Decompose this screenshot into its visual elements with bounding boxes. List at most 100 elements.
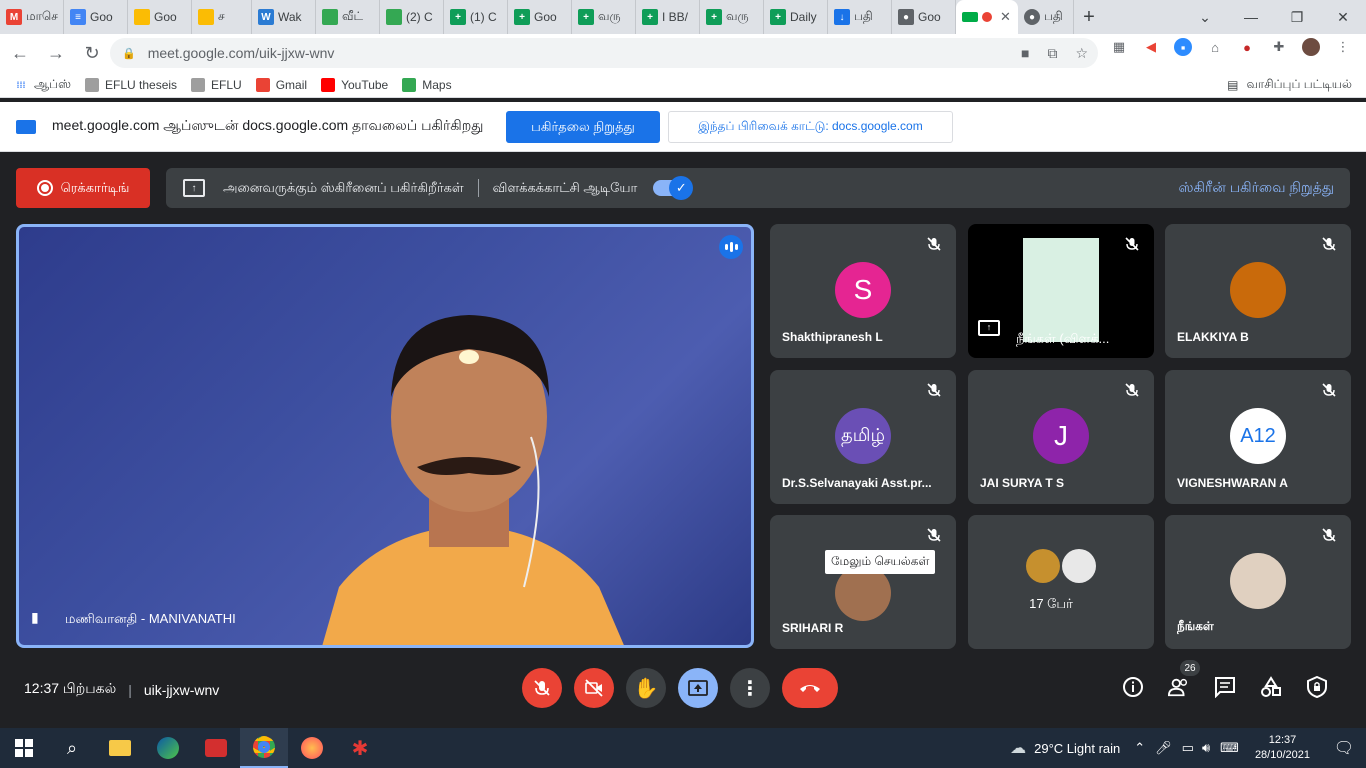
file-explorer-button[interactable] <box>96 728 144 768</box>
battery-icon[interactable]: ▭ <box>1182 740 1194 756</box>
microphone-off-button[interactable] <box>522 668 562 708</box>
tab-9[interactable]: + வரு <box>572 0 636 34</box>
apple-extension-icon[interactable]: ● <box>1238 38 1256 56</box>
close-window-button[interactable]: ✕ <box>1320 0 1366 34</box>
participant-tile[interactable]: நீங்கள் <box>1165 515 1351 649</box>
tab-4[interactable]: W Wak <box>252 0 316 34</box>
close-tab-icon[interactable]: ✕ <box>1000 9 1011 25</box>
back-button[interactable]: ← <box>4 37 36 69</box>
tab-12[interactable]: + Daily <box>764 0 828 34</box>
tab-7[interactable]: + (1) C <box>444 0 508 34</box>
mic-tray-icon[interactable]: 🎤︎ <box>1155 740 1172 756</box>
new-tab-button[interactable]: + <box>1074 0 1104 34</box>
app-button[interactable] <box>192 728 240 768</box>
clock[interactable]: 12:37 28/10/2021 <box>1255 733 1310 763</box>
chevron-up-icon[interactable]: ⌃ <box>1134 740 1145 756</box>
firefox-button[interactable] <box>288 728 336 768</box>
pin-icon[interactable]: ▮ <box>31 609 39 626</box>
volume-icon[interactable]: 🔊︎ <box>1202 740 1210 756</box>
weather-text[interactable]: 29°C Light rain <box>1034 741 1120 756</box>
profile-avatar[interactable] <box>1302 38 1320 56</box>
stop-sharing-button[interactable]: பகிர்தலை நிறுத்து <box>506 111 660 143</box>
reading-list-button[interactable]: ▤ வாசிப்புப் பட்டியல் <box>1227 77 1352 93</box>
participant-tile[interactable]: A12 VIGNESHWARAN A <box>1165 370 1351 504</box>
camera-icon[interactable]: ■ <box>1021 45 1029 61</box>
main-speaker-video[interactable]: ▮ மணிவானதி - MANIVANATHI <box>16 224 754 648</box>
tab-2[interactable]: Goo <box>128 0 192 34</box>
start-button[interactable] <box>0 728 48 768</box>
recording-button[interactable]: ரெக்கார்டிங் <box>16 168 150 208</box>
tab-search-icon[interactable]: ⌄ <box>1182 0 1228 34</box>
participant-tile[interactable]: S Shakthipranesh L <box>770 224 956 358</box>
keyboard-icon[interactable]: ⌨ <box>1220 740 1239 756</box>
mic-off-icon <box>924 525 944 545</box>
bookmark-2[interactable]: EFLU <box>191 77 242 92</box>
cast-icon[interactable]: ⌂ <box>1206 38 1224 56</box>
tab-label: Goo <box>918 10 941 24</box>
tab-10[interactable]: + I BB/ <box>636 0 700 34</box>
bookmark-3[interactable]: Gmail <box>255 77 307 92</box>
bookmark-0[interactable]: ⁞⁞⁞ ஆப்ஸ் <box>14 77 72 93</box>
more-vert-icon: ⋮ <box>740 677 760 700</box>
activities-button[interactable] <box>1260 676 1282 698</box>
presentation-audio-toggle[interactable] <box>653 176 694 200</box>
tab-11[interactable]: + வரு <box>700 0 764 34</box>
more-options-button[interactable]: ⋮ <box>730 668 770 708</box>
edge-icon <box>157 737 179 759</box>
spider-app-button[interactable]: ✱ <box>336 728 384 768</box>
leave-call-button[interactable] <box>782 668 838 708</box>
zoom-extension-icon[interactable]: ▪ <box>1174 38 1192 56</box>
bookmark-4[interactable]: YouTube <box>321 77 389 92</box>
tab-1[interactable]: ≡ Goo <box>64 0 128 34</box>
bookmark-label: YouTube <box>341 77 389 92</box>
participant-tile[interactable]: J JAI SURYA T S <box>968 370 1154 504</box>
menu-icon[interactable]: ⋮ <box>1334 38 1352 56</box>
participant-tile[interactable]: ↑ நீங்கள் (விளக்... <box>968 224 1154 358</box>
camera-off-button[interactable] <box>574 668 614 708</box>
address-bar[interactable]: 🔒 meet.google.com/uik-jjxw-wnv ■ ⧉ ☆ <box>110 38 1098 68</box>
speaker-figure <box>322 315 624 645</box>
bookmark-5[interactable]: Maps <box>402 77 452 92</box>
avatar: A12 <box>1230 408 1286 464</box>
restore-button[interactable]: ❐ <box>1274 0 1320 34</box>
participant-tile[interactable]: SRIHARI R <box>770 515 956 649</box>
tab-5[interactable]: வீட் <box>316 0 380 34</box>
stop-screen-share-link[interactable]: ஸ்கிரீன் பகிர்வை நிறுத்து <box>1178 179 1334 198</box>
chat-button[interactable] <box>1214 676 1236 698</box>
raise-hand-button[interactable]: ✋ <box>626 668 666 708</box>
meeting-info-button[interactable] <box>1122 676 1144 698</box>
tab-8[interactable]: + Goo <box>508 0 572 34</box>
open-in-window-icon[interactable]: ⧉ <box>1047 45 1057 62</box>
megaphone-extension-icon[interactable]: ◀ <box>1142 38 1160 56</box>
bookmark-star-icon[interactable]: ☆ <box>1075 45 1088 62</box>
edge-button[interactable] <box>144 728 192 768</box>
forward-button[interactable]: → <box>40 37 72 69</box>
bookmark-1[interactable]: EFLU theseis <box>85 77 177 92</box>
host-controls-button[interactable] <box>1306 676 1328 698</box>
participant-tile[interactable]: 17 பேர் <box>968 515 1154 649</box>
tab-last[interactable]: ● பதி <box>1018 0 1074 34</box>
chrome-button[interactable] <box>240 728 288 768</box>
reload-button[interactable]: ↻ <box>76 37 108 69</box>
tab-0[interactable]: M மாசெ <box>0 0 64 34</box>
speaking-indicator-icon <box>719 235 743 259</box>
tab-14[interactable]: ● Goo <box>892 0 956 34</box>
tab-active-meet[interactable]: ✕ <box>956 0 1018 34</box>
search-button[interactable]: ⌕ <box>48 728 96 768</box>
meeting-details: 12:37 பிற்பகல் | uik-jjxw-wnv <box>24 680 219 699</box>
people-count-badge: 26 <box>1180 660 1200 676</box>
present-now-button[interactable] <box>678 668 718 708</box>
tab-6[interactable]: (2) C <box>380 0 444 34</box>
people-button[interactable] <box>1168 676 1190 698</box>
tab-3[interactable]: ச <box>192 0 252 34</box>
grid-extension-icon[interactable]: ▦ <box>1110 38 1128 56</box>
notifications-icon[interactable]: 🗨︎ <box>1322 738 1366 758</box>
participant-tile[interactable]: தமிழ் Dr.S.Selvanayaki Asst.pr... <box>770 370 956 504</box>
show-tab-button[interactable]: இந்தப் பிரிவைக் காட்டு: docs.google.com <box>668 111 953 143</box>
puzzle-extensions-icon[interactable]: ✚ <box>1270 38 1288 56</box>
mic-off-icon <box>924 234 944 254</box>
tab-13[interactable]: ↓ பதி <box>828 0 892 34</box>
bookmarks-bar: ⁞⁞⁞ ஆப்ஸ் EFLU theseis EFLU Gmail YouTube Maps… <box>0 72 1366 98</box>
minimize-button[interactable]: — <box>1228 0 1274 34</box>
participant-tile[interactable]: ELAKKIYA B <box>1165 224 1351 358</box>
